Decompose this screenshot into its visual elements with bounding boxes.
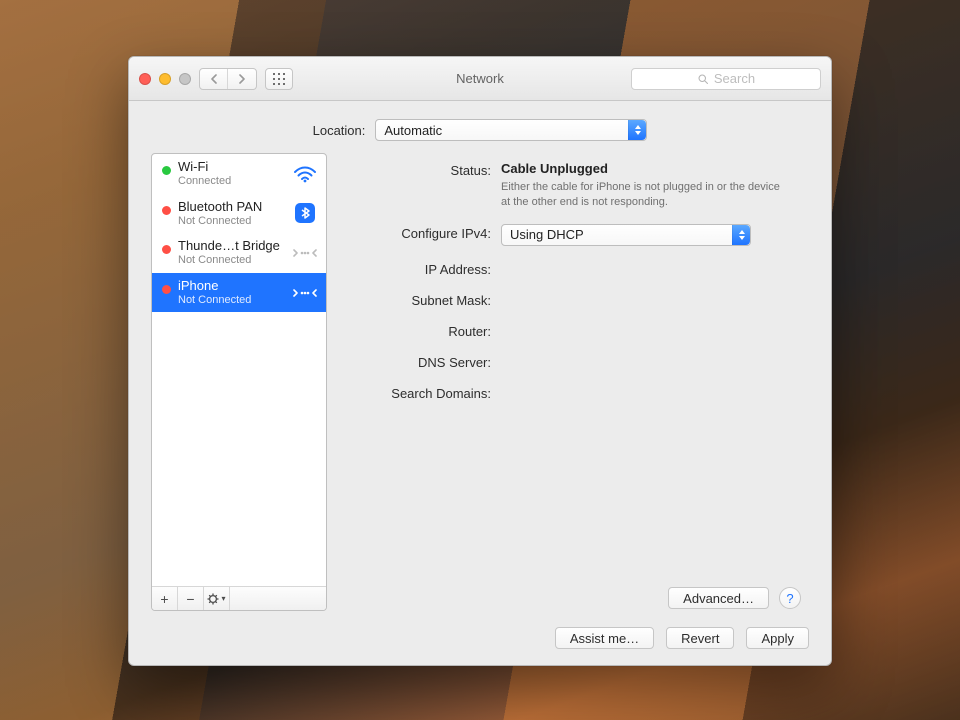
service-name: iPhone <box>178 279 285 294</box>
configure-ipv4-label: Configure IPv4: <box>341 224 491 241</box>
location-value: Automatic <box>384 123 442 138</box>
close-window-button[interactable] <box>139 73 151 85</box>
services-list: Wi-Fi Connected Bluetooth PAN Not Connec… <box>152 154 326 586</box>
location-row: Location: Automatic <box>151 117 809 141</box>
service-status: Connected <box>178 175 285 188</box>
gear-icon <box>207 593 219 605</box>
chevron-down-icon: ▾ <box>221 594 225 603</box>
subnet-mask-label: Subnet Mask: <box>341 291 491 308</box>
location-label: Location: <box>313 123 366 138</box>
search-domains-label: Search Domains: <box>341 384 491 401</box>
status-value: Cable Unplugged <box>501 161 801 176</box>
window-footer: Assist me… Revert Apply <box>151 627 809 649</box>
service-actions-button[interactable]: ▾ <box>204 587 230 610</box>
status-dot-icon <box>162 166 171 175</box>
location-popup[interactable]: Automatic <box>375 119 647 141</box>
forward-button[interactable] <box>228 69 256 89</box>
service-status: Not Connected <box>178 294 285 307</box>
add-service-button[interactable]: + <box>152 587 178 610</box>
assist-me-button[interactable]: Assist me… <box>555 627 654 649</box>
services-sidebar: Wi-Fi Connected Bluetooth PAN Not Connec… <box>151 153 327 611</box>
zoom-window-button[interactable] <box>179 73 191 85</box>
service-name: Thunde…t Bridge <box>178 239 285 254</box>
status-dot-icon <box>162 206 171 215</box>
chevron-right-icon <box>238 74 246 84</box>
service-bluetooth-pan[interactable]: Bluetooth PAN Not Connected <box>152 194 326 234</box>
wifi-icon <box>292 163 318 185</box>
popup-arrows-icon <box>732 225 750 245</box>
service-name: Bluetooth PAN <box>178 200 285 215</box>
apply-button[interactable]: Apply <box>746 627 809 649</box>
window-toolbar: Network Search <box>129 57 831 101</box>
help-button[interactable]: ? <box>779 587 801 609</box>
search-icon <box>697 73 709 85</box>
status-dot-icon <box>162 245 171 254</box>
nav-back-forward <box>199 68 257 90</box>
configure-ipv4-value: Using DHCP <box>510 227 584 242</box>
service-name: Wi-Fi <box>178 160 285 175</box>
service-thunderbolt-bridge[interactable]: Thunde…t Bridge Not Connected <box>152 233 326 273</box>
service-detail-panel: Status: Cable Unplugged Either the cable… <box>341 153 809 611</box>
services-footer-bar: + − ▾ <box>152 586 326 610</box>
router-label: Router: <box>341 322 491 339</box>
chevron-left-icon <box>210 74 218 84</box>
service-status: Not Connected <box>178 215 285 228</box>
bluetooth-icon <box>292 202 318 224</box>
minimize-window-button[interactable] <box>159 73 171 85</box>
advanced-button[interactable]: Advanced… <box>668 587 769 609</box>
revert-button[interactable]: Revert <box>666 627 734 649</box>
configure-ipv4-popup[interactable]: Using DHCP <box>501 224 751 246</box>
plus-icon: + <box>160 591 168 607</box>
service-iphone[interactable]: iPhone Not Connected <box>152 273 326 313</box>
status-dot-icon <box>162 285 171 294</box>
status-description: Either the cable for iPhone is not plugg… <box>501 180 791 210</box>
window-traffic-lights <box>139 73 191 85</box>
bridge-icon <box>292 282 318 304</box>
dns-server-label: DNS Server: <box>341 353 491 370</box>
ip-address-label: IP Address: <box>341 260 491 277</box>
show-all-button[interactable] <box>265 68 293 90</box>
status-label: Status: <box>341 161 491 178</box>
grid-icon <box>273 73 285 85</box>
remove-service-button[interactable]: − <box>178 587 204 610</box>
network-prefs-window: Network Search Location: Automatic Wi-F <box>128 56 832 666</box>
service-wifi[interactable]: Wi-Fi Connected <box>152 154 326 194</box>
search-field[interactable]: Search <box>631 68 821 90</box>
bridge-icon <box>292 242 318 264</box>
popup-arrows-icon <box>628 120 646 140</box>
service-status: Not Connected <box>178 254 285 267</box>
minus-icon: − <box>186 591 194 607</box>
search-placeholder: Search <box>714 71 755 86</box>
back-button[interactable] <box>200 69 228 89</box>
